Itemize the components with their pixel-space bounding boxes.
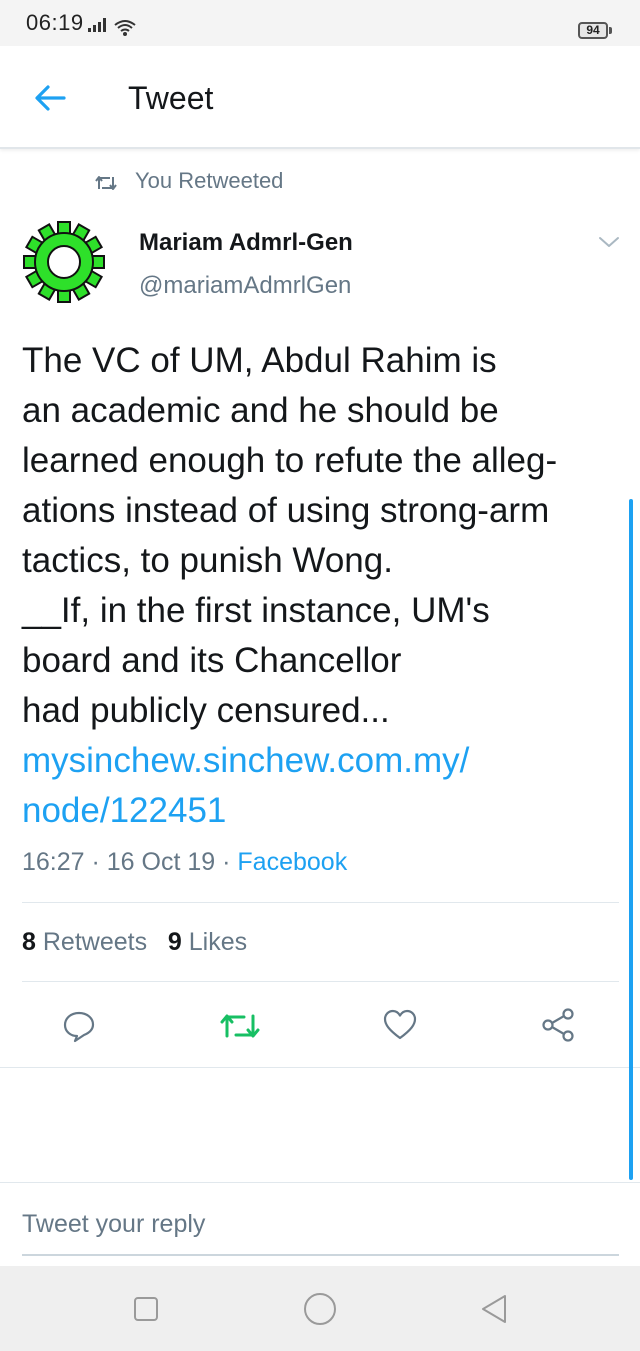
page-title: Tweet [128,80,214,116]
battery-tip [609,27,612,34]
arrow-left-icon[interactable] [34,84,66,112]
status-time: 06:19 [26,10,84,35]
share-icon[interactable] [540,1008,576,1042]
retweet-icon[interactable] [220,1012,260,1040]
reply-input[interactable]: Tweet your reply [22,1210,205,1239]
divider [0,1067,640,1068]
tweet-meta: 16:27 · 16 Oct 19 · Facebook [22,848,347,877]
recent-apps-icon[interactable] [133,1296,159,1322]
like-icon[interactable] [383,1009,417,1041]
tweet-timestamp: 16:27 · 16 Oct 19 · [22,848,238,876]
divider [22,981,619,982]
signal-icon [88,18,106,32]
battery-icon: 94 [578,22,608,39]
retweets-count: 8 [22,928,36,956]
avatar[interactable] [22,220,106,304]
likes-stat[interactable]: 9 Likes [168,928,247,956]
wifi-icon [114,20,136,36]
tweet-source-link[interactable]: Facebook [237,848,347,876]
back-nav-icon[interactable] [479,1293,509,1325]
tweet-link[interactable]: mysinchew.sinchew.com.my/ node/122451 [22,736,626,836]
retweet-small-icon [95,176,117,190]
scrollbar[interactable] [629,499,633,1180]
divider [0,1182,640,1183]
home-icon[interactable] [303,1292,337,1326]
tweet-text: The VC of UM, Abdul Rahim is an academic… [22,341,558,730]
reply-icon[interactable] [62,1009,96,1043]
divider [22,902,619,903]
tweet-stats: 8 Retweets 9 Likes [22,928,247,957]
reply-input-underline [22,1254,619,1256]
author-handle[interactable]: @mariamAdmrlGen [139,272,351,300]
retweet-context-label: You Retweeted [135,168,284,193]
likes-label: Likes [188,928,248,956]
retweets-stat[interactable]: 8 Retweets [22,928,147,956]
likes-count: 9 [167,928,182,956]
retweets-label: Retweets [42,928,148,956]
top-app-bar [0,46,640,149]
chevron-down-icon[interactable] [598,235,620,249]
author-name[interactable]: Mariam Admrl-Gen [139,229,353,257]
